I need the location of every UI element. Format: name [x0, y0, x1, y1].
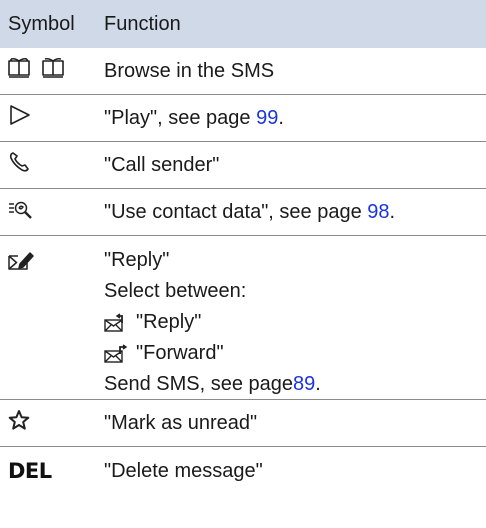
table-row-call: "Call sender"	[0, 142, 486, 189]
table-header: Symbol Function	[0, 0, 486, 48]
call-label: "Call sender"	[104, 154, 220, 176]
phone-handset-icon	[8, 151, 30, 179]
function-cell: "Reply" Select between: "Reply" "Forward…	[104, 236, 486, 399]
table-row-delete: DEL "Delete message"	[0, 447, 486, 494]
page-link[interactable]: 89	[293, 369, 315, 400]
send-sms-text: Send SMS, see page 89.	[104, 369, 486, 400]
function-cell: "Call sender"	[104, 153, 486, 177]
star-outline-icon	[8, 409, 30, 437]
play-label: "Play", see page	[104, 107, 257, 129]
delete-label: "Delete message"	[104, 459, 263, 482]
browse-label: Browse in the SMS	[104, 60, 275, 82]
symbol-cell	[0, 48, 104, 94]
function-cell: "Use contact data", see page 98.	[104, 201, 396, 223]
select-between-text: Select between:	[104, 280, 247, 302]
browse-pages-icon	[8, 57, 72, 85]
symbol-cell	[0, 236, 104, 399]
contact-search-icon	[8, 198, 34, 226]
function-cell: "Play", see page 99.	[104, 107, 284, 129]
reply-option: "Reply"	[104, 307, 486, 338]
reply-title: "Reply"	[104, 249, 170, 271]
header-symbol: Symbol	[8, 12, 75, 35]
forward-envelope-icon	[104, 343, 128, 364]
header-function: Function	[104, 12, 181, 35]
contact-label: "Use contact data", see page	[104, 201, 368, 223]
symbol-cell: DEL	[0, 447, 104, 494]
table-row-reply: "Reply" Select between: "Reply" "Forward…	[0, 236, 486, 400]
symbol-cell	[0, 189, 104, 235]
reply-option-label: "Reply"	[136, 311, 202, 333]
reply-envelope-icon	[104, 312, 128, 333]
symbol-function-table: Symbol Function Browse in the SMS "Play"…	[0, 0, 486, 494]
function-cell: "Delete message"	[104, 459, 486, 483]
table-row-play: "Play", see page 99.	[0, 95, 486, 142]
function-cell: "Mark as unread"	[104, 411, 486, 435]
compose-pen-icon	[8, 250, 34, 278]
function-cell: Browse in the SMS	[104, 59, 486, 83]
table-row-contact: "Use contact data", see page 98.	[0, 189, 486, 236]
unread-label: "Mark as unread"	[104, 412, 258, 434]
page-link[interactable]: 99	[256, 107, 278, 129]
page-link[interactable]: 98	[367, 201, 389, 223]
table-row-browse: Browse in the SMS	[0, 48, 486, 95]
forward-option: "Forward"	[104, 338, 486, 369]
table-row-unread: "Mark as unread"	[0, 400, 486, 447]
symbol-cell	[0, 95, 104, 141]
symbol-cell	[0, 400, 104, 446]
delete-icon: DEL	[8, 458, 52, 483]
symbol-cell	[0, 142, 104, 188]
play-triangle-icon	[8, 104, 32, 132]
forward-option-label: "Forward"	[136, 342, 224, 364]
